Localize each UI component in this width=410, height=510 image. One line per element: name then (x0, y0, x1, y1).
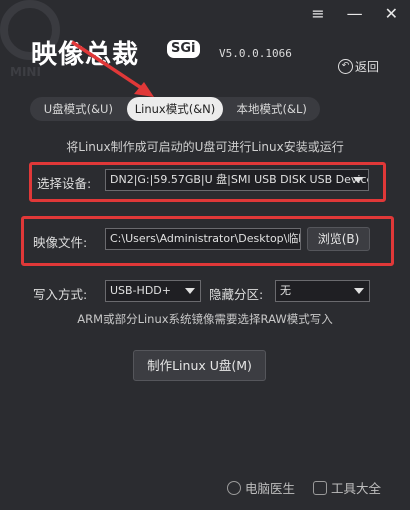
device-select[interactable]: DN2|G:|59.57GB|U 盘|SMI USB DISK USB Devi… (105, 169, 369, 191)
device-value: DN2|G:|59.57GB|U 盘|SMI USB DISK USB Devi… (110, 173, 369, 186)
browse-button[interactable]: 浏览(B) (307, 227, 370, 251)
menu-icon[interactable]: ≡ (311, 6, 324, 22)
version-label: V5.0.0.1066 (219, 47, 292, 60)
hidden-partition-select[interactable]: 无 (275, 280, 370, 302)
mode-description: 将Linux制作成可启动的U盘可进行Linux安装或运行 (66, 140, 344, 154)
image-file-label: 映像文件: (33, 235, 88, 250)
write-mode-value: USB-HDD+ (110, 284, 171, 297)
chevron-down-icon (354, 288, 364, 294)
doctor-icon (227, 480, 241, 495)
mode-tabs: U盘模式(&U) Linux模式(&N) 本地模式(&L) (30, 97, 320, 121)
back-arrow-icon: ↶ (338, 59, 353, 74)
toolbox-link[interactable]: 工具大全 (313, 478, 381, 497)
app-title: 映像总裁 (31, 40, 140, 70)
chevron-down-icon (353, 177, 363, 183)
raw-mode-note: ARM或部分Linux系统镜像需要选择RAW模式写入 (77, 312, 333, 326)
make-linux-usb-button[interactable]: 制作Linux U盘(M) (133, 350, 266, 381)
tab-usb-mode[interactable]: U盘模式(&U) (30, 97, 127, 121)
hidden-partition-value: 无 (280, 284, 291, 297)
toolbox-icon (313, 480, 327, 495)
minimize-icon[interactable]: — (347, 6, 363, 22)
brand-badge: SGi (167, 40, 200, 58)
device-label: 选择设备: (37, 176, 92, 191)
write-mode-label: 写入方式: (33, 287, 88, 302)
close-icon[interactable]: ✕ (385, 6, 398, 22)
pc-doctor-label: 电脑医生 (245, 481, 296, 496)
chevron-down-icon (185, 288, 195, 294)
pc-doctor-link[interactable]: 电脑医生 (227, 478, 295, 497)
back-button[interactable]: ↶ 返回 (338, 58, 379, 75)
tab-linux-mode[interactable]: Linux模式(&N) (126, 97, 224, 121)
write-mode-select[interactable]: USB-HDD+ (105, 280, 201, 302)
window-controls: ≡ — ✕ (311, 6, 398, 22)
back-label: 返回 (355, 60, 380, 74)
toolbox-label: 工具大全 (331, 481, 382, 496)
tab-local-mode[interactable]: 本地模式(&L) (223, 97, 320, 121)
image-file-input[interactable]: C:\Users\Administrator\Desktop\临时图 (105, 228, 301, 250)
hidden-partition-label: 隐藏分区: (209, 287, 264, 302)
image-file-value: C:\Users\Administrator\Desktop\临时图 (110, 232, 301, 245)
